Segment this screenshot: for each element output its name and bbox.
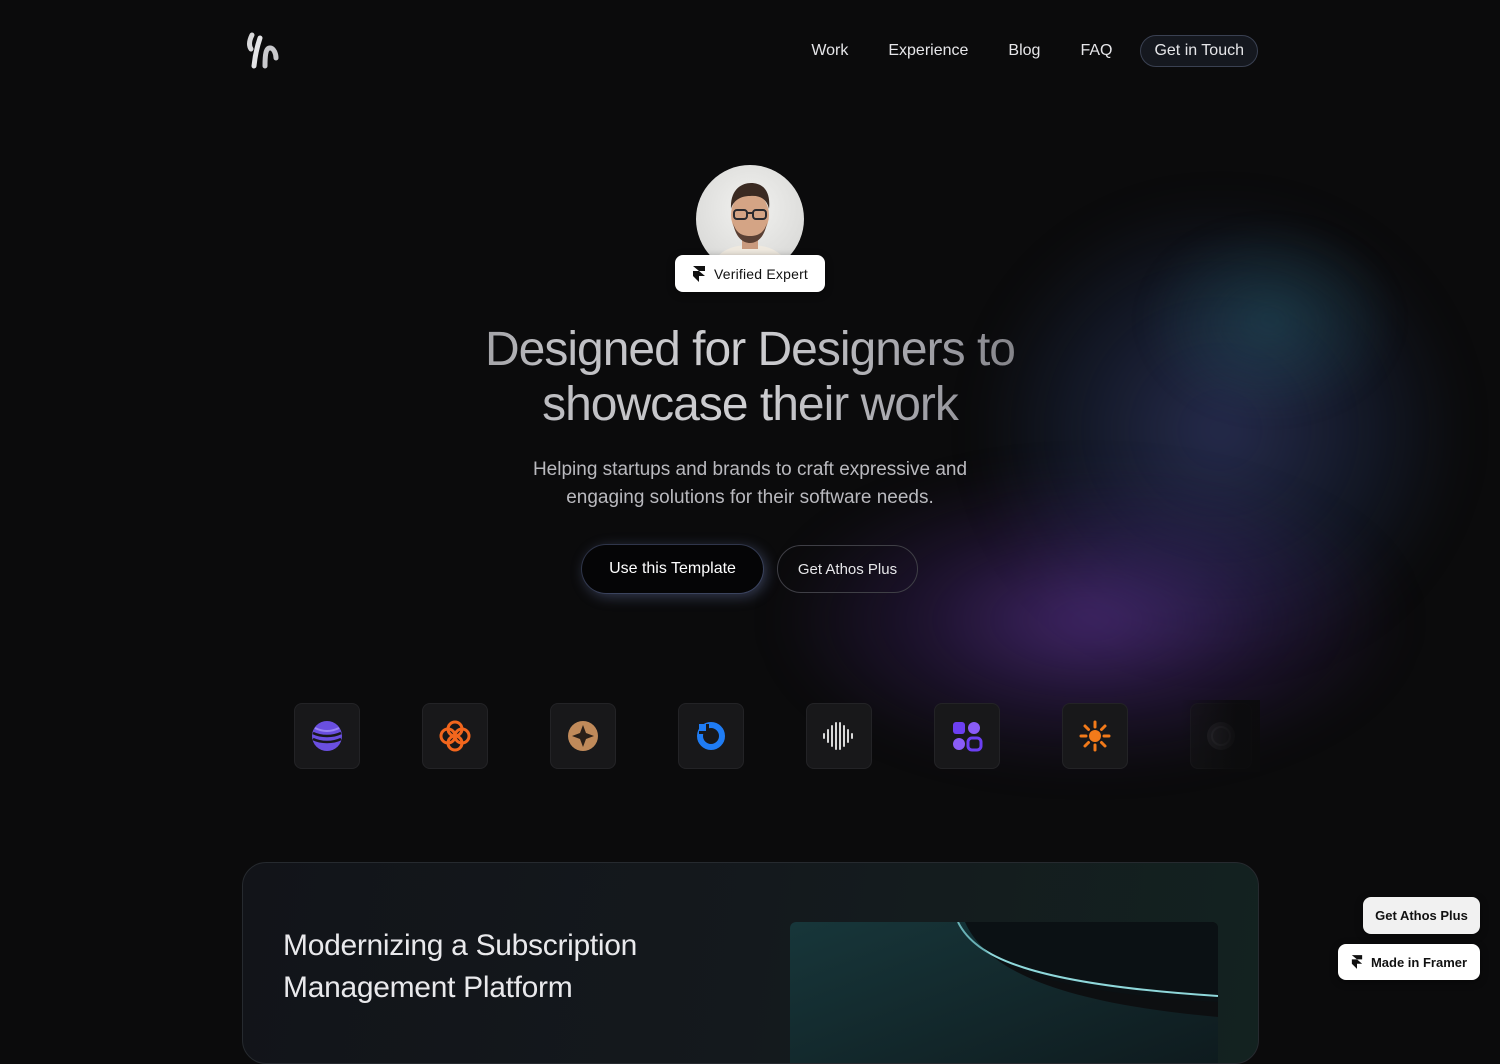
logo-mark-icon [247,32,279,69]
blue-ring-icon [697,722,725,750]
main-nav: Work Experience Blog FAQ Get in Touch [771,34,1258,68]
hero-subtitle-line1: Helping startups and brands to craft exp… [532,459,968,480]
client-logo-tile [1062,703,1128,769]
project-thumbnail-art [790,922,1218,1063]
site-logo[interactable] [246,32,282,70]
hero-subtitle: Helping startups and brands to craft exp… [450,456,1050,512]
client-logo-tile [806,703,872,769]
client-logo-tile [550,703,616,769]
verified-expert-badge: Verified Expert [675,255,825,292]
hero-subtitle-line2: engaging solutions for their software ne… [566,487,934,508]
project-thumbnail [790,922,1218,1063]
purple-sphere-icon [312,721,342,751]
client-logo-tile [934,703,1000,769]
client-logo-tile [678,703,744,769]
made-in-framer-label: Made in Framer [1370,954,1468,970]
purple-blocks-icon [953,722,983,752]
project-title-line1: Modernizing a Subscription [283,929,638,962]
get-athos-plus-button[interactable]: Get Athos Plus [777,545,918,593]
orange-sun-icon [1079,720,1111,752]
get-in-touch-button[interactable]: Get in Touch [1140,35,1258,67]
nav-faq[interactable]: FAQ [1080,34,1112,68]
use-template-button[interactable]: Use this Template [582,545,763,593]
compass-star-icon [568,721,598,751]
orange-flower-icon [439,720,471,752]
sound-wave-icon [823,722,853,750]
framer-logo-icon [1351,955,1363,969]
made-in-framer-button[interactable]: Made in Framer [1338,944,1480,980]
client-logo-tile [422,703,488,769]
client-logo-tile [294,703,360,769]
logos-edge-fade [1180,700,1260,772]
nav-blog[interactable]: Blog [1008,34,1040,68]
project-title: Modernizing a Subscription Management Pl… [283,925,703,1009]
nav-experience[interactable]: Experience [888,34,968,68]
badge-label: Verified Expert [713,265,809,282]
framer-logo-icon [692,265,705,282]
hero-title: Designed for Designers to showcase their… [350,322,1150,432]
project-title-line2: Management Platform [283,971,573,1004]
floating-get-athos-plus-button[interactable]: Get Athos Plus [1363,897,1480,934]
hero-title-line2: showcase their work [542,378,958,431]
project-card[interactable]: Modernizing a Subscription Management Pl… [242,862,1259,1064]
hero-title-line1: Designed for Designers to [485,323,1015,376]
background-glow-teal [1140,220,1400,420]
nav-work[interactable]: Work [811,34,848,68]
